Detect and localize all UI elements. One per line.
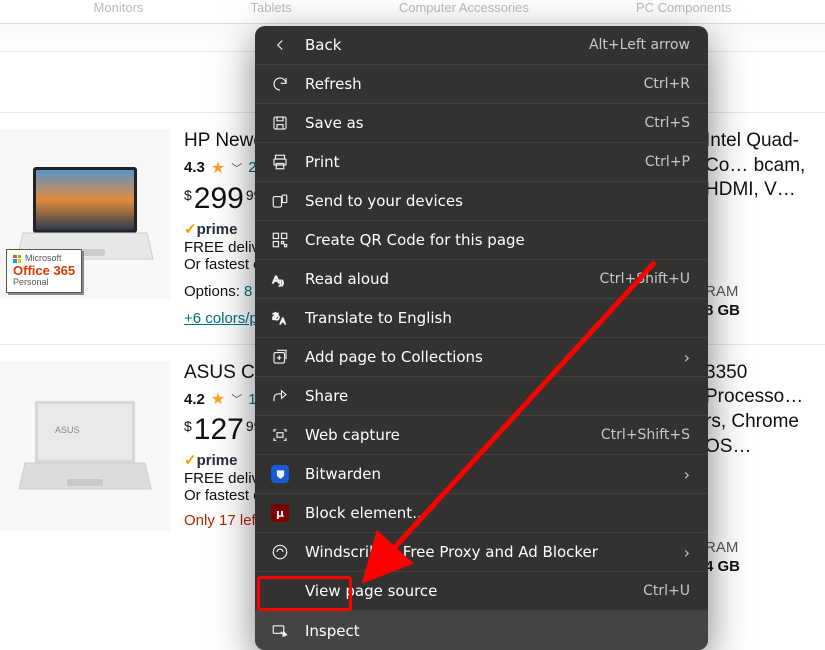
price-whole: 299 — [194, 184, 244, 214]
share-icon — [269, 387, 291, 405]
ctx-shortcut: Ctrl+P — [645, 154, 690, 170]
ctx-windscribe[interactable]: Windscribe - Free Proxy and Ad Blocker › — [255, 533, 708, 572]
ctx-block[interactable]: µ Block element... — [255, 494, 708, 533]
ctx-share[interactable]: Share — [255, 377, 708, 416]
ctx-label: Share — [305, 387, 690, 405]
context-menu: Back Alt+Left arrow Refresh Ctrl+R Save as Ct… — [255, 26, 708, 650]
ctx-label: Refresh — [305, 75, 630, 93]
spec-label: RAM — [705, 539, 825, 556]
inspect-icon — [269, 622, 291, 640]
ctx-shortcut: Ctrl+R — [644, 76, 690, 92]
nav-tabs: Monitors Tablets Computer Accessories PC… — [0, 0, 825, 24]
spec-column: 3350 Processo… rs, Chrome OS… RAM 4 GB — [705, 361, 825, 576]
bitwarden-icon — [269, 465, 291, 483]
blank-icon — [269, 582, 291, 600]
spec-value: 4 GB — [705, 558, 825, 575]
ctx-label: Back — [305, 36, 575, 54]
ctx-back[interactable]: Back Alt+Left arrow — [255, 26, 708, 65]
rating-value: 4.2 — [184, 391, 205, 408]
chevron-right-icon: › — [684, 465, 690, 484]
ctx-send[interactable]: Send to your devices — [255, 182, 708, 221]
product-title-right[interactable]: 3350 Processo… rs, Chrome OS… — [705, 361, 825, 460]
price-whole: 127 — [194, 415, 244, 445]
ctx-label: Read aloud — [305, 270, 586, 288]
print-icon — [269, 153, 291, 171]
ctx-shortcut: Alt+Left arrow — [589, 37, 690, 53]
ctx-label: Print — [305, 153, 631, 171]
ctx-label: Bitwarden — [305, 465, 670, 483]
ctx-label: Create QR Code for this page — [305, 231, 690, 249]
spec-value: 8 GB — [705, 302, 825, 319]
ctx-source[interactable]: View page source Ctrl+U — [255, 572, 708, 611]
qr-icon — [269, 231, 291, 249]
ctx-shortcut: Ctrl+S — [644, 115, 690, 131]
ctx-inspect[interactable]: Inspect — [255, 611, 708, 650]
chevron-down-icon: ﹀ — [231, 160, 242, 176]
ctx-label: Web capture — [305, 426, 587, 444]
currency: $ — [184, 418, 192, 434]
ctx-shortcut: Ctrl+Shift+U — [600, 271, 690, 287]
refresh-icon — [269, 75, 291, 93]
ctx-print[interactable]: Print Ctrl+P — [255, 143, 708, 182]
save-icon — [269, 114, 291, 132]
spec-label: RAM — [705, 283, 825, 300]
ctx-label: Windscribe - Free Proxy and Ad Blocker — [305, 543, 670, 561]
ctx-qr[interactable]: Create QR Code for this page — [255, 221, 708, 260]
svg-text:)): )) — [279, 279, 284, 286]
translate-icon: あA — [269, 309, 291, 327]
spec-column: Intel Quad-Co… bcam, HDMI, V… RAM 8 GB — [705, 129, 825, 328]
ctx-shortcut: Ctrl+U — [643, 583, 690, 599]
ctx-read[interactable]: A)) Read aloud Ctrl+Shift+U — [255, 260, 708, 299]
ctx-capture[interactable]: Web capture Ctrl+Shift+S — [255, 416, 708, 455]
nav-tab[interactable]: Computer Accessories — [399, 0, 529, 23]
ctx-label: Inspect — [305, 622, 690, 640]
ctx-label: Translate to English — [305, 309, 690, 327]
svg-text:A: A — [280, 317, 286, 326]
ublock-icon: µ — [269, 504, 291, 522]
ctx-bitwarden[interactable]: Bitwarden › — [255, 455, 708, 494]
collections-icon — [269, 348, 291, 366]
capture-icon — [269, 426, 291, 444]
send-icon — [269, 192, 291, 210]
ctx-label: Send to your devices — [305, 192, 690, 210]
svg-text:A: A — [273, 274, 280, 286]
nav-tab[interactable]: Tablets — [251, 0, 292, 23]
laptop-icon: ASUS — [15, 391, 155, 501]
nav-tab[interactable]: PC Components — [636, 0, 731, 23]
product-image[interactable]: ASUS — [0, 361, 170, 531]
chevron-right-icon: › — [684, 348, 690, 367]
star-icon: ★ — [211, 389, 225, 409]
star-icon: ★ — [211, 158, 225, 178]
svg-text:ASUS: ASUS — [55, 425, 80, 435]
ctx-label: Save as — [305, 114, 630, 132]
read-icon: A)) — [269, 270, 291, 288]
svg-text:あ: あ — [272, 313, 280, 322]
ctx-label: Add page to Collections — [305, 348, 670, 366]
currency: $ — [184, 187, 192, 203]
nav-tab[interactable]: Monitors — [94, 0, 144, 23]
product-title-right[interactable]: Intel Quad-Co… bcam, HDMI, V… — [705, 129, 825, 203]
chevron-down-icon: ﹀ — [231, 391, 242, 407]
ctx-saveas[interactable]: Save as Ctrl+S — [255, 104, 708, 143]
ctx-translate[interactable]: あA Translate to English — [255, 299, 708, 338]
product-image[interactable]: Microsoft Office 365 Personal — [0, 129, 170, 299]
rating-value: 4.3 — [184, 159, 205, 176]
ctx-collections[interactable]: Add page to Collections › — [255, 338, 708, 377]
windscribe-icon — [269, 543, 291, 561]
chevron-right-icon: › — [684, 543, 690, 562]
back-icon — [269, 36, 291, 54]
ctx-shortcut: Ctrl+Shift+S — [601, 427, 690, 443]
ctx-refresh[interactable]: Refresh Ctrl+R — [255, 65, 708, 104]
ctx-label: View page source — [305, 582, 629, 600]
office-365-badge: Microsoft Office 365 Personal — [6, 249, 82, 293]
ctx-label: Block element... — [305, 504, 690, 522]
